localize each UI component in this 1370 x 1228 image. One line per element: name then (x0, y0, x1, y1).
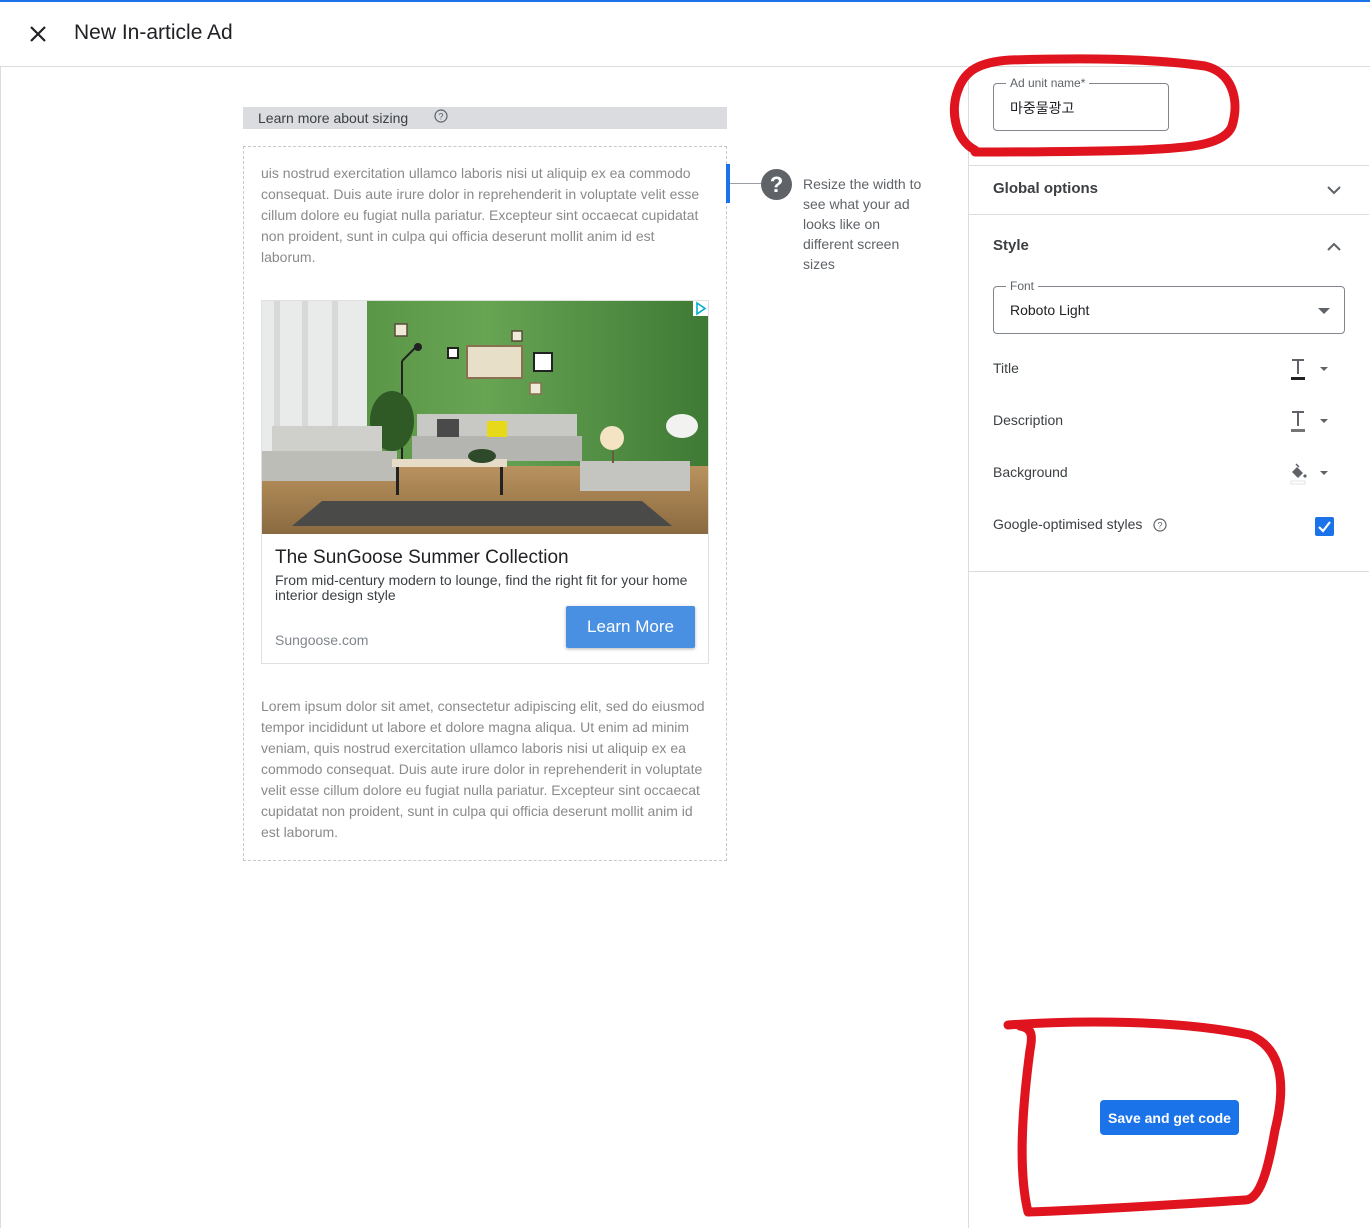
description-color-picker[interactable] (1288, 408, 1332, 434)
resize-hint: Resize the width to see what your ad loo… (803, 176, 922, 272)
font-select[interactable]: Font Roboto Light (993, 279, 1345, 334)
svg-text:?: ? (1157, 521, 1162, 531)
description-style-label: Description (993, 412, 1064, 428)
text-color-icon (1291, 359, 1305, 380)
help-icon[interactable]: ? (1153, 518, 1167, 532)
dropdown-arrow-icon (1320, 367, 1328, 371)
dropdown-arrow-icon (1320, 471, 1328, 475)
ad-unit-name-value[interactable]: 마중물광고 (1010, 98, 1074, 118)
google-optimised-checkbox[interactable] (1315, 517, 1334, 536)
page-title: New In-article Ad (74, 21, 233, 44)
title-color-picker[interactable] (1288, 356, 1332, 382)
question-icon: ? (761, 169, 792, 200)
save-and-get-code-button[interactable]: Save and get code (1100, 1100, 1239, 1135)
ad-unit-name-label: Ad unit name* (1006, 76, 1090, 90)
adchoices-icon[interactable] (693, 301, 708, 316)
learn-more-sizing-link[interactable]: Learn more about sizing (258, 110, 408, 126)
font-label: Font (1006, 279, 1039, 293)
google-optimised-label: Google-optimised styles (993, 516, 1143, 532)
resize-connector (730, 183, 762, 184)
global-options-title: Global options (993, 180, 1098, 197)
divider (969, 214, 1369, 215)
dropdown-arrow-icon (1318, 308, 1330, 314)
paint-bucket-icon (1290, 463, 1307, 485)
sample-text-top: uis nostrud exercitation ullamco laboris… (261, 165, 700, 265)
text-color-icon (1291, 411, 1305, 432)
ad-description: From mid-century modern to lounge, find … (275, 572, 688, 603)
dropdown-arrow-icon (1320, 419, 1328, 423)
style-header[interactable]: Style (969, 223, 1369, 271)
background-color-picker[interactable] (1288, 460, 1332, 486)
font-value: Roboto Light (1010, 302, 1090, 318)
chevron-down-icon[interactable] (1324, 180, 1344, 200)
settings-panel: Ad unit name* 마중물광고 Global options Style… (968, 67, 1370, 1228)
chevron-up-icon[interactable] (1324, 237, 1344, 257)
ad-unit-name-field[interactable]: Ad unit name* 마중물광고 (993, 76, 1169, 131)
title-style-label: Title (993, 360, 1019, 376)
header: New In-article Ad (0, 2, 1370, 67)
divider (0, 67, 1, 1228)
ad-preview-frame: uis nostrud exercitation ullamco laboris… (243, 146, 727, 861)
help-icon[interactable]: ? (434, 109, 448, 123)
close-icon[interactable] (24, 20, 52, 48)
checkmark-icon (1318, 521, 1331, 533)
ad-image (262, 301, 708, 534)
ad-card[interactable]: The SunGoose Summer Collection From mid-… (261, 300, 709, 664)
ad-domain: Sungoose.com (275, 632, 369, 648)
style-title: Style (993, 237, 1029, 254)
background-style-label: Background (993, 464, 1068, 480)
global-options-header[interactable]: Global options (969, 166, 1369, 214)
sample-text-bottom: Lorem ipsum dolor sit amet, consectetur … (261, 698, 705, 840)
sizing-bar: Learn more about sizing ? (243, 107, 727, 129)
ad-headline[interactable]: The SunGoose Summer Collection (275, 547, 569, 569)
svg-text:?: ? (438, 112, 443, 122)
divider (969, 571, 1369, 572)
learn-more-button[interactable]: Learn More (566, 606, 695, 648)
